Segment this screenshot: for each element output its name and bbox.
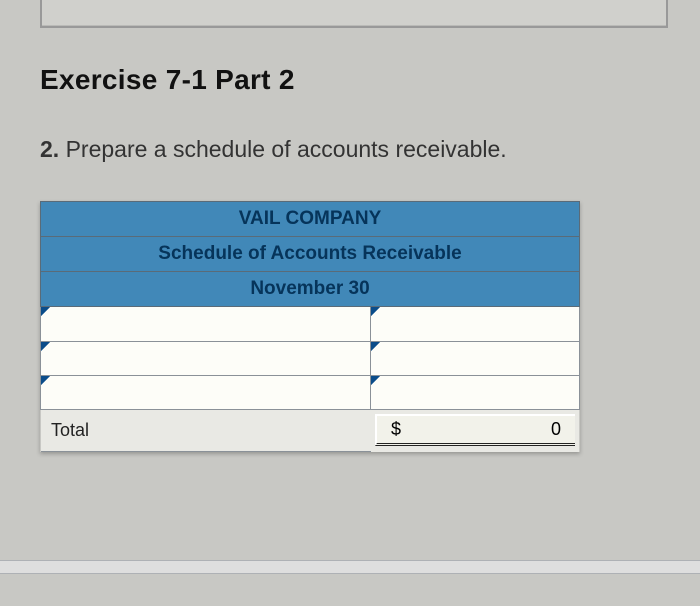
account-name-input[interactable] xyxy=(41,375,371,409)
table-row xyxy=(41,375,579,409)
dropdown-icon xyxy=(371,376,380,385)
dropdown-icon xyxy=(41,376,50,385)
exercise-title: Exercise 7-1 Part 2 xyxy=(40,64,660,96)
amount-input[interactable] xyxy=(371,341,579,375)
total-row: Total $ 0 xyxy=(40,410,580,452)
total-label: Total xyxy=(41,410,371,452)
total-value-cell: $ 0 xyxy=(375,414,575,446)
amount-input[interactable] xyxy=(371,375,579,409)
exercise-content: Exercise 7-1 Part 2 2. Prepare a schedul… xyxy=(0,28,700,472)
dropdown-icon xyxy=(371,342,380,351)
company-header: VAIL COMPANY xyxy=(40,201,580,237)
exercise-instruction: 2. Prepare a schedule of accounts receiv… xyxy=(40,136,660,163)
previous-section-box xyxy=(40,0,668,28)
step-number: 2. xyxy=(40,136,59,162)
dropdown-icon xyxy=(371,307,380,316)
report-title-header: Schedule of Accounts Receivable xyxy=(40,237,580,272)
table-row xyxy=(41,307,579,341)
total-amount: 0 xyxy=(551,419,561,440)
bottom-divider xyxy=(0,560,700,574)
account-name-input[interactable] xyxy=(41,341,371,375)
account-name-input[interactable] xyxy=(41,307,371,341)
date-header: November 30 xyxy=(40,272,580,307)
instruction-text: Prepare a schedule of accounts receivabl… xyxy=(66,136,507,162)
amount-input[interactable] xyxy=(371,307,579,341)
dropdown-icon xyxy=(41,342,50,351)
currency-symbol: $ xyxy=(391,419,401,440)
dropdown-icon xyxy=(41,307,50,316)
schedule-table: VAIL COMPANY Schedule of Accounts Receiv… xyxy=(40,201,580,452)
table-row xyxy=(41,341,579,375)
data-rows xyxy=(40,307,580,410)
